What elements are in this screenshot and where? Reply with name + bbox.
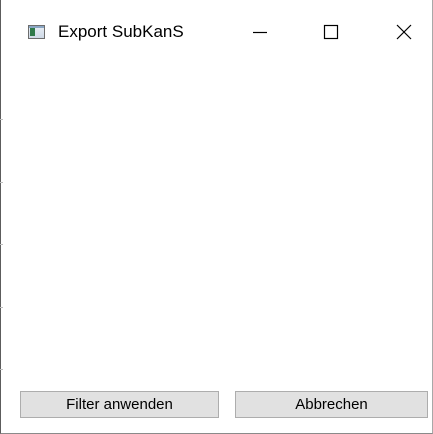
window-title: Export SubKanS [58, 22, 184, 41]
window-edge-marks [0, 64, 3, 432]
maximize-icon [323, 24, 339, 40]
minimize-icon [253, 31, 267, 34]
title-bar[interactable]: Export SubKanS [1, 0, 432, 64]
maximize-button[interactable] [308, 10, 354, 54]
window-content-area [1, 64, 432, 384]
cancel-button[interactable]: Abbrechen [235, 391, 428, 418]
close-button[interactable] [381, 10, 427, 54]
close-icon [396, 24, 412, 40]
application-window-icon[interactable] [28, 25, 45, 39]
apply-filter-button[interactable]: Filter anwenden [20, 391, 219, 418]
minimize-button[interactable] [237, 10, 283, 54]
export-subkans-window: Export SubKanS Filter anwenden Abbrechen [0, 0, 433, 434]
